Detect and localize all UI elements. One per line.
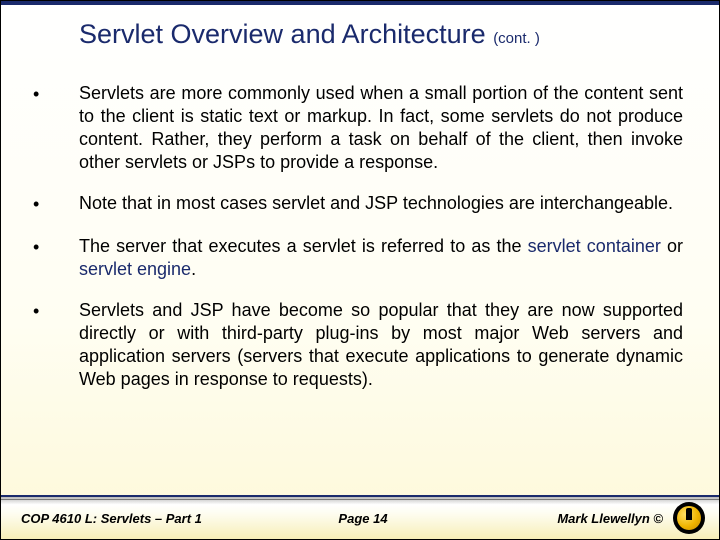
ucf-logo-icon [673,502,705,534]
bullet-text: Servlets and JSP have become so popular … [79,299,683,391]
bullet-text-post: . [191,259,196,279]
bullet-text-pre: The server that executes a servlet is re… [79,236,528,256]
bullet-item: • The server that executes a servlet is … [33,235,683,281]
footer-page: Page 14 [249,511,477,526]
bullet-marker: • [33,82,79,106]
bullet-item: • Note that in most cases servlet and JS… [33,192,683,216]
body-area: • Servlets are more commonly used when a… [1,58,719,391]
footer-bar: COP 4610 L: Servlets – Part 1 Page 14 Ma… [1,495,719,539]
bullet-text: Note that in most cases servlet and JSP … [79,192,683,215]
term-servlet-container: servlet container [528,236,661,256]
title-area: Servlet Overview and Architecture (cont.… [1,1,719,58]
bullet-marker: • [33,235,79,259]
bullet-item: • Servlets are more commonly used when a… [33,82,683,174]
bullet-text-mid: or [661,236,683,256]
top-rule [1,1,719,5]
bullet-marker: • [33,299,79,323]
bullet-marker: • [33,192,79,216]
footer-right-wrap: Mark Llewellyn © [477,502,705,534]
footer-left: COP 4610 L: Servlets – Part 1 [21,511,249,526]
slide-title-cont: (cont. ) [493,30,540,47]
bullet-item: • Servlets and JSP have become so popula… [33,299,683,391]
footer-author: Mark Llewellyn © [557,511,663,526]
bullet-text: Servlets are more commonly used when a s… [79,82,683,174]
slide: Servlet Overview and Architecture (cont.… [0,0,720,540]
bullet-text: The server that executes a servlet is re… [79,235,683,281]
term-servlet-engine: servlet engine [79,259,191,279]
slide-title: Servlet Overview and Architecture [79,19,493,49]
